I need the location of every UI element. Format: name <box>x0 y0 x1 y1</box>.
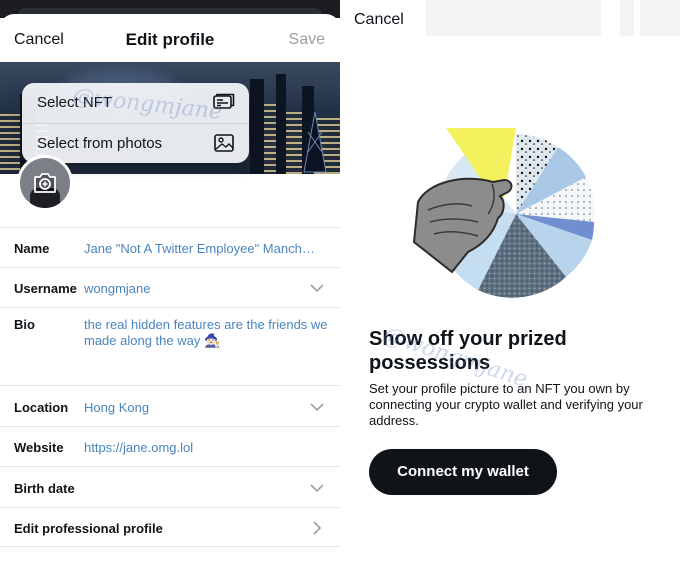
location-value[interactable]: Hong Kong <box>84 400 149 415</box>
select-from-photos-label: Select from photos <box>37 135 163 152</box>
name-value[interactable]: Jane "Not A Twitter Employee" Manch… <box>84 241 315 256</box>
description: Set your profile picture to an NFT you o… <box>369 381 643 428</box>
headline: Show off your prized possessions <box>369 328 567 374</box>
website-field[interactable]: Website https://jane.omg.lol <box>0 426 340 466</box>
name-field[interactable]: Name Jane "Not A Twitter Employee" Manch… <box>0 227 340 267</box>
location-label: Location <box>14 400 69 415</box>
nft-intro-screen: Cancel Show off your prized possessions … <box>340 0 680 586</box>
blurred-header-area <box>640 0 680 36</box>
blurred-header-area <box>426 0 601 36</box>
username-label: Username <box>14 281 77 296</box>
website-label: Website <box>14 440 64 455</box>
chevron-down-icon <box>310 484 324 493</box>
save-button[interactable]: Save <box>289 31 325 49</box>
birth-date-field[interactable]: Birth date <box>0 466 340 507</box>
username-value[interactable]: wongmjane <box>84 281 151 296</box>
photo-icon <box>214 134 234 152</box>
camera-plus-icon <box>34 173 56 193</box>
avatar[interactable] <box>17 155 73 211</box>
bio-value[interactable]: the real hidden features are the friends… <box>84 317 328 349</box>
birth-date-label: Birth date <box>14 481 75 496</box>
bio-field[interactable]: Bio the real hidden features are the fri… <box>0 307 340 385</box>
edit-professional-profile-label: Edit professional profile <box>14 521 163 536</box>
connect-wallet-button[interactable]: Connect my wallet <box>369 449 557 495</box>
blurred-header-area <box>620 0 634 36</box>
nft-card-icon <box>213 93 235 109</box>
photo-source-menu: Select NFT Select from photos <box>22 83 249 163</box>
chevron-right-icon <box>313 521 322 535</box>
username-field[interactable]: Username wongmjane <box>0 267 340 307</box>
edit-professional-profile-row[interactable]: Edit professional profile <box>0 507 340 547</box>
hand-holding-pie-chart-illustration <box>412 128 595 298</box>
bio-label: Bio <box>14 317 35 332</box>
location-field[interactable]: Location Hong Kong <box>0 385 340 426</box>
name-label: Name <box>14 241 50 256</box>
website-value[interactable]: https://jane.omg.lol <box>84 440 193 455</box>
cancel-button[interactable]: Cancel <box>354 11 404 29</box>
chevron-down-icon <box>310 284 324 293</box>
select-nft-menu-item[interactable]: Select NFT <box>22 83 249 123</box>
edit-profile-header: Cancel Edit profile Save <box>0 14 340 64</box>
select-nft-label: Select NFT <box>37 94 113 111</box>
edit-profile-screen: Cancel Edit profile Save Select NFT Sele… <box>0 0 340 586</box>
chevron-down-icon <box>310 403 324 412</box>
tower-silhouette-icon <box>303 112 327 173</box>
